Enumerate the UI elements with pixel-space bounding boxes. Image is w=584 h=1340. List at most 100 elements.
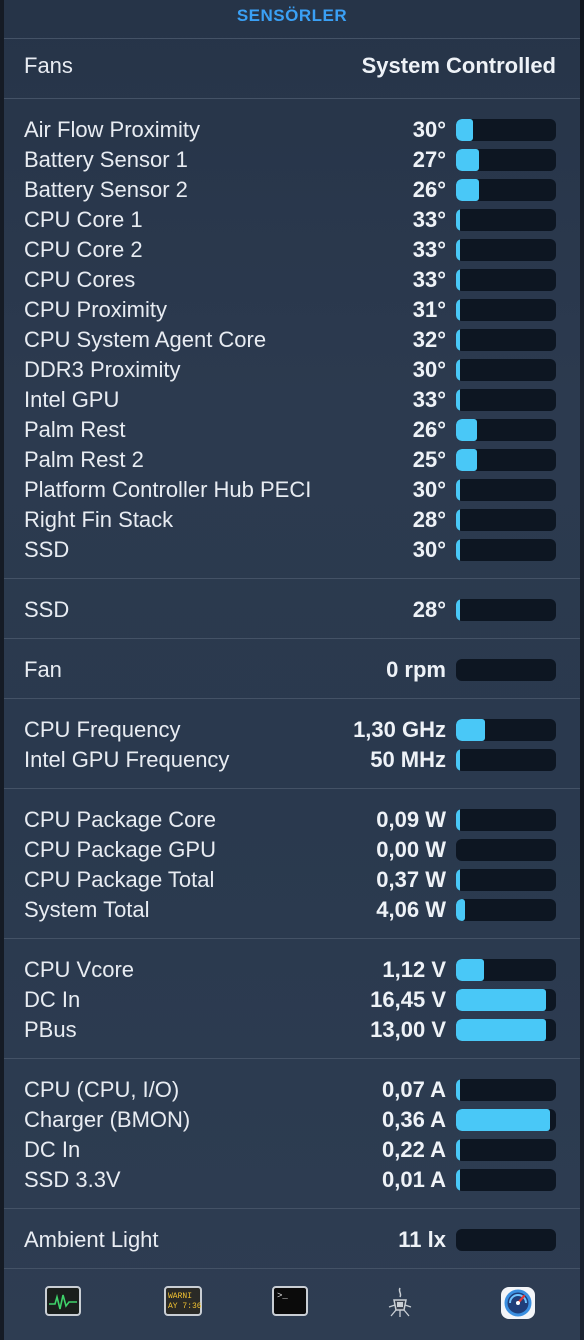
- voltage-label: PBus: [24, 1017, 77, 1042]
- power-value: 4,06 W: [376, 897, 446, 922]
- divider: [4, 1058, 580, 1059]
- temperature-value: 30°: [412, 537, 446, 562]
- divider: [4, 638, 580, 639]
- current-level-fill: [456, 1109, 550, 1131]
- power-row[interactable]: CPU Package GPU 0,00 W: [24, 835, 556, 865]
- temperature-level-bar: [456, 539, 556, 561]
- temperature-label: CPU Cores: [24, 267, 136, 292]
- temperature-level-fill: [456, 269, 460, 291]
- fans-row[interactable]: Fans System Controlled: [24, 51, 556, 81]
- terminal-icon[interactable]: >_: [272, 1286, 308, 1318]
- voltage-level-fill: [456, 959, 484, 981]
- activity-monitor-icon[interactable]: [45, 1286, 81, 1318]
- frequency-label: CPU Frequency: [24, 717, 181, 742]
- power-level-fill: [456, 809, 460, 831]
- power-row[interactable]: CPU Package Total 0,37 W: [24, 865, 556, 895]
- temperature-level-bar: [456, 269, 556, 291]
- temperature-level-bar: [456, 239, 556, 261]
- power-row[interactable]: System Total 4,06 W: [24, 895, 556, 925]
- temperature-level-bar: [456, 479, 556, 501]
- frequency-row[interactable]: Intel GPU Frequency 50 MHz: [24, 745, 556, 775]
- console-icon[interactable]: WARNI AY 7:36: [164, 1286, 202, 1318]
- divider: [4, 1208, 580, 1209]
- temperature-level-fill: [456, 539, 460, 561]
- current-level-bar: [456, 1109, 556, 1131]
- temperature-row[interactable]: CPU System Agent Core 32°: [24, 325, 556, 355]
- temperature-level-fill: [456, 209, 460, 231]
- temperature-value: 30°: [412, 357, 446, 382]
- power-value: 0,37 W: [376, 867, 446, 892]
- current-row[interactable]: Charger (BMON) 0,36 A: [24, 1105, 556, 1135]
- frequency-level-fill: [456, 749, 460, 771]
- temperature-level-fill: [456, 359, 460, 381]
- divider: [4, 578, 580, 579]
- temperature-row[interactable]: Platform Controller Hub PECI 30°: [24, 475, 556, 505]
- temperature-label: CPU System Agent Core: [24, 327, 267, 352]
- fan-level-bar: [456, 659, 556, 681]
- current-level-bar: [456, 1079, 556, 1101]
- gauge-app-icon[interactable]: [500, 1286, 536, 1319]
- temperature-level-fill: [456, 149, 479, 171]
- power-level-bar: [456, 899, 556, 921]
- temperature-row[interactable]: CPU Cores 33°: [24, 265, 556, 295]
- voltage-level-bar: [456, 1019, 556, 1041]
- voltage-row[interactable]: PBus 13,00 V: [24, 1015, 556, 1045]
- current-row[interactable]: SSD 3.3V 0,01 A: [24, 1165, 556, 1195]
- ssd-level-fill: [456, 599, 460, 621]
- temperature-label: Right Fin Stack: [24, 507, 174, 532]
- temperature-level-fill: [456, 329, 460, 351]
- temperature-value: 26°: [412, 417, 446, 442]
- voltage-row[interactable]: CPU Vcore 1,12 V: [24, 955, 556, 985]
- temperature-label: DDR3 Proximity: [24, 357, 181, 382]
- temperature-row[interactable]: Palm Rest 26°: [24, 415, 556, 445]
- current-level-fill: [456, 1079, 460, 1101]
- fans-label: Fans: [24, 53, 73, 78]
- divider: [4, 698, 580, 699]
- temperature-level-bar: [456, 419, 556, 441]
- temperature-label: Intel GPU: [24, 387, 120, 412]
- voltage-value: 1,12 V: [382, 957, 446, 982]
- temperature-row[interactable]: CPU Core 1 33°: [24, 205, 556, 235]
- current-row[interactable]: DC In 0,22 A: [24, 1135, 556, 1165]
- power-label: System Total: [24, 897, 150, 922]
- temperature-label: Air Flow Proximity: [24, 117, 201, 142]
- voltage-row[interactable]: DC In 16,45 V: [24, 985, 556, 1015]
- light-row[interactable]: Ambient Light 11 lx: [24, 1225, 556, 1255]
- temperature-row[interactable]: CPU Core 2 33°: [24, 235, 556, 265]
- power-row[interactable]: CPU Package Core 0,09 W: [24, 805, 556, 835]
- temperature-row[interactable]: SSD 30°: [24, 535, 556, 565]
- temperature-row[interactable]: DDR3 Proximity 30°: [24, 355, 556, 385]
- temperature-label: CPU Proximity: [24, 297, 168, 322]
- temperature-label: Palm Rest: [24, 417, 126, 442]
- temperature-level-fill: [456, 179, 479, 201]
- temperature-value: 33°: [412, 267, 446, 292]
- voltage-value: 16,45 V: [370, 987, 446, 1012]
- frequency-value: 50 MHz: [370, 747, 446, 772]
- console-warning-text: WARNI: [168, 1292, 192, 1301]
- temperature-row[interactable]: Intel GPU 33°: [24, 385, 556, 415]
- divider: [4, 788, 580, 789]
- voltage-label: DC In: [24, 987, 81, 1012]
- power-level-bar: [456, 839, 556, 861]
- temperature-row[interactable]: Right Fin Stack 28°: [24, 505, 556, 535]
- temperature-row[interactable]: CPU Proximity 31°: [24, 295, 556, 325]
- temperature-level-bar: [456, 449, 556, 471]
- current-value: 0,36 A: [381, 1107, 446, 1132]
- current-label: Charger (BMON): [24, 1107, 191, 1132]
- temperature-row[interactable]: Air Flow Proximity 30°: [24, 115, 556, 145]
- fan-row[interactable]: Fan 0 rpm: [24, 655, 556, 685]
- fans-mode-value[interactable]: System Controlled: [362, 51, 556, 81]
- ssd-row[interactable]: SSD 28°: [24, 595, 556, 625]
- system-information-icon[interactable]: [382, 1286, 418, 1318]
- frequency-level-bar: [456, 719, 556, 741]
- temperature-row[interactable]: Palm Rest 2 25°: [24, 445, 556, 475]
- current-row[interactable]: CPU (CPU, I/O) 0,07 A: [24, 1075, 556, 1105]
- temperature-level-fill: [456, 509, 460, 531]
- divider: [4, 38, 580, 39]
- frequency-row[interactable]: CPU Frequency 1,30 GHz: [24, 715, 556, 745]
- temperature-row[interactable]: Battery Sensor 2 26°: [24, 175, 556, 205]
- temperature-label: CPU Core 2: [24, 237, 143, 262]
- divider: [4, 98, 580, 99]
- temperature-row[interactable]: Battery Sensor 1 27°: [24, 145, 556, 175]
- temperature-level-fill: [456, 239, 460, 261]
